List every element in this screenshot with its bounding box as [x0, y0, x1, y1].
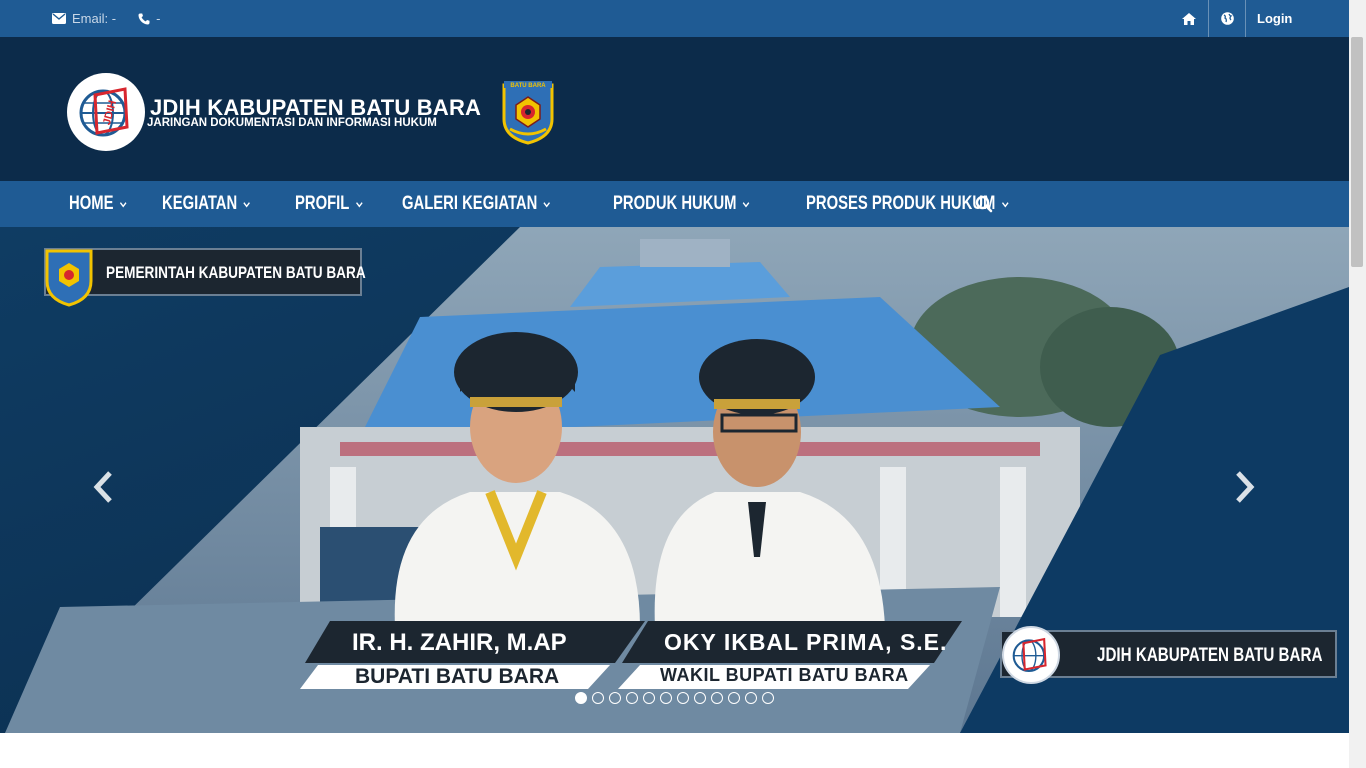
envelope-icon — [52, 13, 66, 24]
slide-indicator-dot[interactable] — [728, 692, 740, 704]
jdih-badge-logo — [1002, 626, 1060, 684]
person-1-name: IR. H. ZAHIR, M.AP — [352, 629, 567, 656]
top-bar-actions: Login — [1170, 0, 1349, 37]
main-nav: HOME KEGIATAN PROFIL GALERI KEGIATAN PRO… — [0, 181, 1349, 227]
nav-item-label: GALERI KEGIATAN — [402, 193, 538, 214]
slide-indicator-dot[interactable] — [677, 692, 689, 704]
site-header: JDIH JDIH KABUPATEN BATU BARA JARINGAN D… — [0, 37, 1349, 181]
nav-item-galeri-kegiatan[interactable]: GALERI KEGIATAN — [402, 193, 551, 215]
jdih-logo[interactable]: JDIH — [67, 73, 145, 151]
nav-item-home[interactable]: HOME — [69, 193, 127, 215]
slide-indicator-dot[interactable] — [660, 692, 672, 704]
slide-indicator-dot[interactable] — [643, 692, 655, 704]
login-link[interactable]: Login — [1245, 0, 1349, 37]
nav-item-label: HOME — [69, 193, 114, 214]
slide-indicator-dot[interactable] — [626, 692, 638, 704]
person-2-name: OKY IKBAL PRIMA, S.E. — [664, 629, 948, 655]
chevron-right-icon[interactable] — [1232, 470, 1256, 504]
site-subtitle: JARINGAN DOKUMENTASI DAN INFORMASI HUKUM — [147, 117, 437, 129]
nav-item-profil[interactable]: PROFIL — [295, 193, 363, 215]
top-bar: Email: - - Login — [0, 0, 1349, 37]
globe-logo-icon — [1012, 637, 1047, 672]
home-icon — [1182, 12, 1196, 25]
email-text: Email: - — [72, 11, 117, 26]
nav-menu: HOME KEGIATAN PROFIL GALERI KEGIATAN PRO… — [0, 181, 1349, 227]
slide-indicator-dot[interactable] — [609, 692, 621, 704]
nav-item-label: KEGIATAN — [162, 193, 238, 214]
slide-indicator-dot[interactable] — [745, 692, 757, 704]
jdih-badge-text: JDIH KABUPATEN BATU BARA — [1097, 645, 1323, 666]
phone-icon — [138, 13, 150, 24]
globe-icon — [1220, 12, 1234, 25]
person-2-title: WAKIL BUPATI BATU BARA — [660, 665, 909, 685]
chevron-down-icon — [543, 201, 551, 207]
nav-item-label: PROSES PRODUK HUKUM — [805, 193, 996, 214]
jdih-badge: JDIH KABUPATEN BATU BARA — [1000, 626, 1337, 684]
search-icon[interactable] — [975, 195, 993, 213]
nav-item-label: PRODUK HUKUM — [612, 193, 737, 214]
nav-item-kegiatan[interactable]: KEGIATAN — [162, 193, 251, 215]
chevron-down-icon — [243, 201, 251, 207]
government-badge-text: PEMERINTAH KABUPATEN BATU BARA — [106, 263, 366, 282]
home-button[interactable] — [1170, 0, 1208, 37]
slide-indicator-dot[interactable] — [762, 692, 774, 704]
chevron-left-icon[interactable] — [92, 470, 116, 504]
phone-text: - — [156, 11, 161, 26]
slide-indicator-dot[interactable] — [592, 692, 604, 704]
regency-emblem-icon — [45, 249, 93, 307]
slide-indicator-dot[interactable] — [575, 692, 587, 704]
contact-info: Email: - - — [52, 11, 160, 26]
page-scrollbar[interactable] — [1349, 0, 1366, 768]
svg-text:BATU BARA: BATU BARA — [510, 83, 546, 89]
language-button[interactable] — [1208, 0, 1245, 37]
person-1-title: BUPATI BATU BARA — [355, 665, 560, 688]
nav-item-produk-hukum[interactable]: PRODUK HUKUM — [613, 193, 750, 215]
chevron-down-icon — [1001, 201, 1009, 207]
slide-indicator-dot[interactable] — [711, 692, 723, 704]
page: Email: - - Login JDIH JDIH KABUPATEN BAT… — [0, 0, 1366, 768]
hero-slider: PEMERINTAH KABUPATEN BATU BARA IR. H. ZA… — [0, 227, 1349, 733]
slide-indicators — [575, 692, 774, 704]
chevron-down-icon — [742, 201, 750, 207]
chevron-down-icon — [356, 201, 363, 207]
regency-emblem-icon: BATU BARA — [502, 81, 554, 145]
slide-indicator-dot[interactable] — [694, 692, 706, 704]
globe-logo-icon: JDIH — [79, 87, 129, 137]
chevron-down-icon — [119, 201, 127, 207]
government-badge: PEMERINTAH KABUPATEN BATU BARA — [44, 248, 366, 307]
nav-item-label: PROFIL — [295, 193, 350, 214]
scrollbar-thumb[interactable] — [1351, 37, 1363, 267]
